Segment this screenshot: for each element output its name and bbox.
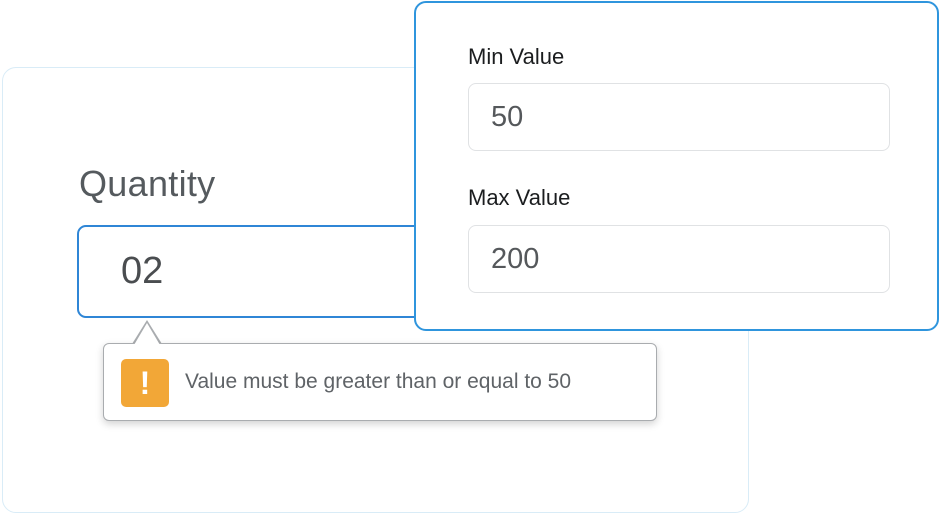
validation-tooltip: ! Value must be greater than or equal to… (103, 343, 657, 421)
min-value-input[interactable] (468, 83, 890, 151)
stage: Quantity ! Value must be greater than or… (0, 0, 940, 514)
min-value-label: Min Value (468, 44, 565, 69)
validation-message: Value must be greater than or equal to 5… (185, 370, 572, 393)
tooltip-arrow-fill (134, 323, 160, 345)
warning-icon: ! (121, 359, 169, 407)
quantity-label: Quantity (79, 163, 216, 204)
max-value-label: Max Value (468, 185, 571, 210)
range-settings-panel: Min Value Max Value (414, 1, 939, 331)
max-value-input[interactable] (468, 225, 890, 293)
